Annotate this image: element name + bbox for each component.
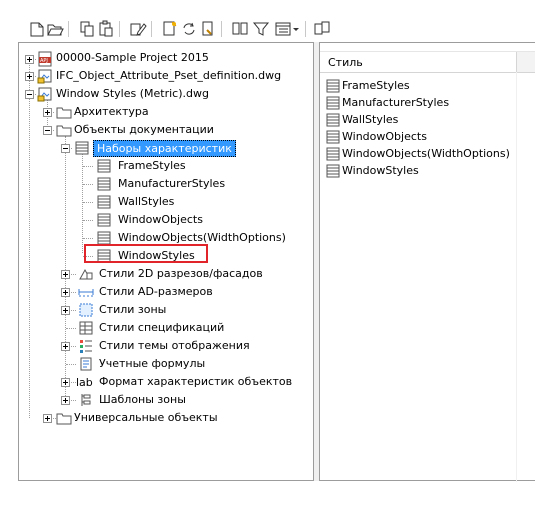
properties-icon[interactable] [199, 20, 217, 38]
property-set-icon [326, 96, 340, 113]
copy-icon[interactable] [78, 20, 96, 38]
chevron-down-icon[interactable] [292, 20, 300, 38]
column-header-empty[interactable] [517, 52, 535, 72]
property-set-icon [96, 158, 112, 174]
expand-toggle[interactable] [61, 270, 70, 279]
schedule-style-icon [78, 320, 94, 336]
paste-icon[interactable] [97, 20, 115, 38]
toggle-view-icon[interactable] [313, 20, 331, 38]
zone-style-icon [78, 302, 94, 318]
expand-toggle[interactable] [61, 342, 70, 351]
property-set-icon [96, 212, 112, 228]
expand-toggle[interactable] [43, 414, 52, 423]
folder-icon [56, 122, 72, 138]
property-set-icon [326, 164, 340, 181]
property-set-icon [96, 194, 112, 210]
toolbar-separator [221, 21, 222, 37]
expand-toggle[interactable] [61, 288, 70, 297]
style-list[interactable]: Стиль FrameStyles ManufacturerStyles Wal… [320, 42, 535, 482]
drawing-icon [37, 68, 53, 84]
view-icon[interactable] [274, 20, 292, 38]
toolbar-separator [119, 21, 120, 37]
highlight-box [84, 244, 208, 263]
list-header[interactable]: Стиль [320, 51, 535, 73]
toolbar [0, 0, 535, 40]
expand-toggle[interactable] [61, 378, 70, 387]
property-set-icon [74, 140, 90, 156]
filter-icon[interactable] [252, 20, 270, 38]
property-set-icon [326, 79, 340, 96]
purge-icon[interactable] [180, 20, 198, 38]
toolbar-separator [305, 21, 306, 37]
expand-toggle[interactable] [61, 396, 70, 405]
section-style-icon [78, 266, 94, 282]
collapse-toggle[interactable] [43, 126, 52, 135]
property-set-icon [326, 130, 340, 147]
toolbar-separator [151, 21, 152, 37]
collapse-toggle[interactable] [61, 144, 70, 153]
open-icon[interactable] [46, 20, 64, 38]
project-icon: APJ [37, 51, 53, 67]
collapse-toggle[interactable] [25, 90, 34, 99]
property-set-icon [326, 147, 340, 164]
expand-toggle[interactable] [61, 306, 70, 315]
edit-icon[interactable] [129, 20, 147, 38]
property-format-icon: lab [76, 374, 96, 390]
zone-template-icon [78, 392, 94, 408]
new-style-icon[interactable] [161, 20, 179, 38]
expand-toggle[interactable] [25, 72, 34, 81]
display-theme-icon [78, 338, 94, 354]
expand-toggle[interactable] [25, 55, 34, 64]
formula-icon [78, 356, 94, 372]
svg-text:APJ: APJ [40, 58, 48, 64]
folder-icon [56, 104, 72, 120]
toolbar-separator [68, 21, 69, 37]
property-set-icon [96, 176, 112, 192]
svg-text:lab: lab [76, 376, 93, 389]
folder-icon [56, 410, 72, 426]
property-set-icon [326, 113, 340, 130]
drawing-icon [37, 86, 53, 102]
column-header-style[interactable]: Стиль [328, 56, 363, 69]
dimension-style-icon [78, 284, 94, 300]
compare-icon[interactable] [231, 20, 249, 38]
expand-toggle[interactable] [43, 108, 52, 117]
pane-splitter[interactable] [313, 42, 320, 481]
new-icon[interactable] [28, 20, 46, 38]
